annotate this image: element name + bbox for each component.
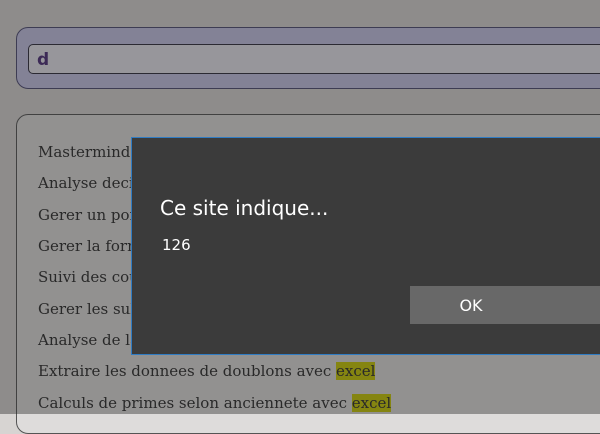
dialog-title: Ce site indique...	[160, 196, 329, 220]
dialog-message: 126	[162, 236, 191, 254]
alert-dialog: Ce site indique... 126 OK	[131, 137, 600, 355]
ok-button[interactable]: OK	[410, 286, 600, 324]
